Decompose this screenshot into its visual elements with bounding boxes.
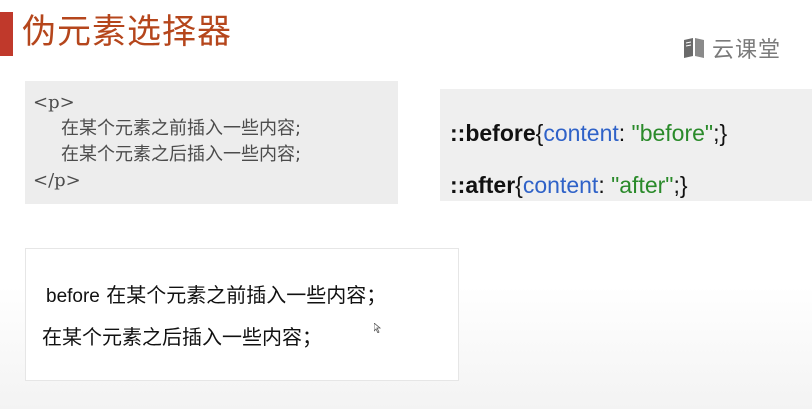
- logo: 云课堂: [682, 34, 782, 63]
- slide-title: 伪元素选择器: [22, 12, 232, 52]
- result-line1-text: 在某个元素之前插入一些内容；: [99, 283, 387, 307]
- css-property: content: [522, 172, 599, 198]
- mouse-cursor-icon: [374, 323, 382, 333]
- css-rule-before: ::before{content: "before";}: [450, 107, 812, 159]
- code-line-after: 在某个元素之后插入一些内容;: [61, 144, 302, 165]
- css-selector-before: ::before: [450, 120, 536, 146]
- css-property: content: [543, 120, 619, 146]
- css-colon: :: [618, 120, 632, 146]
- book-icon: [684, 38, 704, 58]
- code-close-tag: </p>: [33, 170, 81, 191]
- logo-text: 云课堂: [712, 38, 782, 63]
- code-open-tag: <p>: [33, 92, 75, 113]
- result-line-after: 在某个元素之后插入一些内容；: [42, 325, 322, 349]
- css-brace-close: ;}: [673, 172, 688, 198]
- title-accent-bar: [0, 12, 13, 56]
- css-colon: :: [598, 172, 612, 198]
- slide: 伪元素选择器 云课堂 <p> 在某个元素之前插入一些内容; 在某个元素之后插入一…: [0, 0, 812, 409]
- render-result: before 在某个元素之前插入一些内容； 在某个元素之后插入一些内容；: [25, 248, 459, 381]
- css-selector-after: ::after: [450, 172, 516, 198]
- css-rule-after: ::after{content: "after";}: [450, 159, 812, 211]
- css-code-example: ::before{content: "before";} ::after{con…: [440, 89, 812, 201]
- result-line-before: before 在某个元素之前插入一些内容；: [46, 280, 386, 312]
- css-value-after: "after": [611, 172, 674, 198]
- css-brace-open: {: [515, 172, 523, 198]
- html-code-example: <p> 在某个元素之前插入一些内容; 在某个元素之后插入一些内容; </p>: [25, 81, 398, 204]
- code-line-before: 在某个元素之前插入一些内容;: [61, 118, 302, 139]
- css-value-before: "before": [631, 120, 714, 146]
- result-before-word: before: [46, 286, 100, 307]
- css-brace-close: ;}: [713, 120, 728, 146]
